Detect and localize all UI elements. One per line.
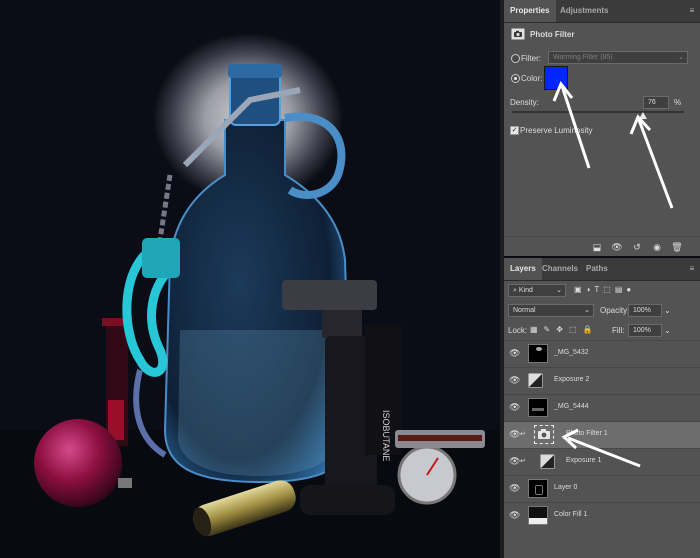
layers-panel: Layers Channels Paths ≡ ⌕ Kind ⌄ ▣◑T⬚▤● …	[504, 258, 700, 558]
properties-footer: ⬓ 👁 ↺ ◉ 🗑	[504, 236, 700, 257]
layers-tabbar: Layers Channels Paths ≡	[504, 258, 700, 281]
fill-label: Fill:	[612, 326, 625, 335]
fill-value: 100%	[633, 327, 651, 334]
search-icon: ⌕	[513, 287, 517, 294]
chevron-down-icon: ⌄	[584, 307, 590, 314]
document-canvas[interactable]: ISOBUTANE	[0, 0, 500, 558]
opacity-label: Opacity:	[600, 306, 630, 315]
lock-icons[interactable]: ▦✎✥⬚🔒	[530, 325, 598, 334]
tab-paths[interactable]: Paths	[580, 258, 614, 280]
layer-filter-icons[interactable]: ▣◑T⬚▤●	[574, 285, 635, 294]
reset-icon[interactable]: ↺	[630, 241, 644, 253]
kind-filter-select[interactable]: ⌕ Kind ⌄	[508, 284, 566, 297]
chevron-down-icon[interactable]: ⌄	[664, 326, 671, 335]
visibility-icon[interactable]: ◉	[650, 241, 664, 253]
blend-mode-value: Normal	[513, 307, 536, 314]
still-life-photo: ISOBUTANE	[0, 64, 500, 558]
layer-annotation-arrow	[561, 428, 641, 468]
opacity-input[interactable]: 100%	[628, 304, 662, 317]
properties-panel: Properties Adjustments ≡ Photo Filter Fi…	[504, 0, 700, 256]
tab-channels[interactable]: Channels	[536, 258, 584, 280]
torch-head	[282, 280, 377, 310]
lock-label: Lock:	[508, 326, 528, 335]
opacity-value: 100%	[633, 307, 651, 314]
chevron-down-icon[interactable]: ⌄	[664, 306, 671, 315]
ornament-ball	[34, 419, 122, 507]
chevron-down-icon: ⌄	[556, 287, 562, 294]
annotation-arrows	[552, 81, 674, 209]
view-previous-icon[interactable]: 👁	[610, 241, 624, 253]
kind-label: Kind	[518, 287, 533, 294]
blend-mode-select[interactable]: Normal ⌄	[508, 304, 594, 317]
layers-menu-icon[interactable]: ≡	[688, 264, 696, 273]
trash-icon[interactable]: 🗑	[670, 241, 684, 253]
clip-to-layer-icon[interactable]: ⬓	[590, 241, 604, 253]
fill-input[interactable]: 100%	[628, 324, 662, 337]
svg-text:ISOBUTANE: ISOBUTANE	[381, 410, 391, 461]
